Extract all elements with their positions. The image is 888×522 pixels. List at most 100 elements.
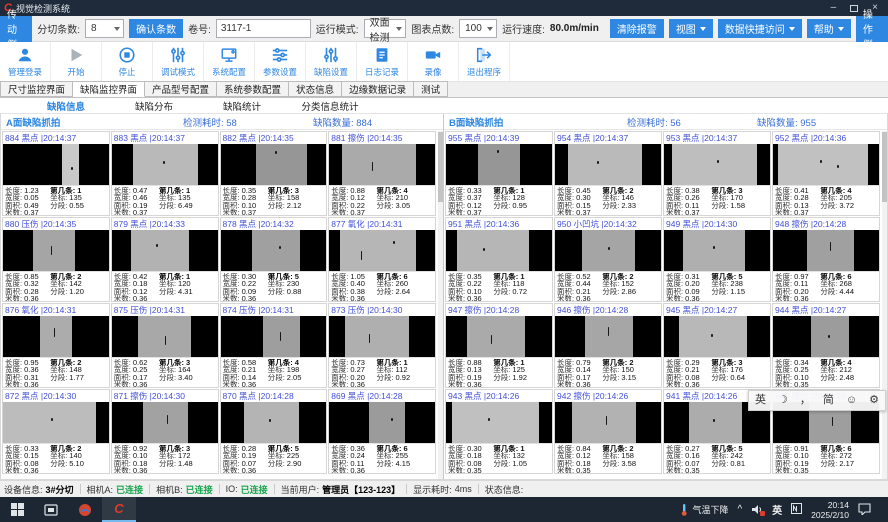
defect-info: 长度:0.73宽度:0.27面积:0.20米数:0.36 第几条:1坐标:112… <box>329 357 435 387</box>
drive-side-button[interactable]: 传动侧 <box>0 16 32 42</box>
defect-card[interactable]: 877 氧化 |20:14:31 长度:1.05宽度:0.40面积:0.38米数… <box>328 217 436 302</box>
action-button[interactable]: 管理登录 <box>0 42 51 81</box>
defect-card[interactable]: 883 黑点 |20:14:37 长度:0.47宽度:0.46面积:0.19米数… <box>111 131 219 216</box>
material-strip <box>252 230 300 271</box>
operator-side-button[interactable]: 操作侧 <box>856 16 888 42</box>
defect-card[interactable]: 950 小凹坑 |20:14:32 长度:0.52宽度:0.44面积:0.21米… <box>554 217 662 302</box>
defect-mark <box>497 150 499 153</box>
defect-card[interactable]: 874 压伤 |20:14:31 长度:0.58宽度:0.21面积:0.14米数… <box>220 303 328 388</box>
ime-mode-button[interactable] <box>791 503 802 516</box>
status-label: 相机B: <box>156 483 183 496</box>
defect-card[interactable]: 944 黑点 |20:14:27 长度:0.34宽度:0.25面积:0.10米数… <box>772 303 880 388</box>
action-button[interactable]: 录像 <box>408 42 459 81</box>
ime-settings-icon[interactable]: ⚙ <box>863 391 885 410</box>
main-tab[interactable]: 缺陷监控界面 <box>73 81 145 97</box>
defect-card[interactable]: 881 擦伤 |20:14:35 长度:0.88宽度:0.12面积:0.22米数… <box>328 131 436 216</box>
defect-card[interactable]: 947 擦伤 |20:14:28 长度:0.88宽度:0.13面积:0.19米数… <box>445 303 553 388</box>
weather-tray-button[interactable]: 气温下降 <box>680 503 728 516</box>
quick-access-menu-button[interactable]: 数据快捷访问 <box>718 19 802 38</box>
card-field: 米数:0.36 <box>331 381 376 387</box>
ime-punctuation-icon[interactable]: ， <box>794 391 817 410</box>
main-tab[interactable]: 状态信息 <box>289 81 342 97</box>
defect-card[interactable]: 953 黑点 |20:14:37 长度:0.38宽度:0.26面积:0.11米数… <box>663 131 771 216</box>
defect-card[interactable]: 873 压伤 |20:14:30 长度:0.73宽度:0.27面积:0.20米数… <box>328 303 436 388</box>
defect-card[interactable]: 952 黑点 |20:14:36 长度:0.41宽度:0.28面积:0.13米数… <box>772 131 880 216</box>
sub-tab[interactable]: 缺陷信息 <box>22 99 110 113</box>
roll-number-input[interactable]: 3117-1 <box>216 19 311 38</box>
defect-card[interactable]: 875 压伤 |20:14:31 长度:0.62宽度:0.25面积:0.17米数… <box>111 303 219 388</box>
card-field: 米数:0.37 <box>775 209 820 215</box>
action-button[interactable]: 缺陷设置 <box>306 42 357 81</box>
defect-info: 长度:0.97宽度:0.11面积:0.20米数:0.36 第几条:6坐标:268… <box>773 271 879 301</box>
material-strip <box>256 144 307 185</box>
confirm-count-button[interactable]: 确认条数 <box>129 19 183 38</box>
sub-tab[interactable]: 缺陷分布 <box>110 99 198 113</box>
action-button[interactable]: 参数设置 <box>255 42 306 81</box>
clear-alarm-button[interactable]: 清除报警 <box>610 19 664 38</box>
defect-card[interactable]: 876 氧化 |20:14:31 长度:0.95宽度:0.36面积:0.31米数… <box>2 303 110 388</box>
task-view-button[interactable] <box>34 497 68 522</box>
ime-language-button[interactable]: 英 <box>772 502 782 517</box>
action-button[interactable]: 调试模式 <box>153 42 204 81</box>
card-field: 长度:0.62 <box>114 359 159 366</box>
panel-scrollbar[interactable] <box>438 131 443 479</box>
ime-emoji-icon[interactable]: ☺ <box>840 391 863 410</box>
scrollbar-thumb[interactable] <box>438 132 443 202</box>
notification-center-button[interactable] <box>858 503 871 517</box>
main-tab[interactable]: 产品型号配置 <box>145 81 217 97</box>
panel-scrollbar[interactable] <box>882 131 887 479</box>
defect-card[interactable]: 882 黑点 |20:14:35 长度:0.35宽度:0.28面积:0.10米数… <box>220 131 328 216</box>
defect-card[interactable]: 880 压伤 |20:14:35 长度:0.85宽度:0.32面积:0.28米数… <box>2 217 110 302</box>
params-sliders-icon <box>271 46 289 64</box>
defect-card[interactable]: 879 黑点 |20:14:33 长度:0.42宽度:0.18面积:0.12米数… <box>111 217 219 302</box>
material-strip <box>244 402 299 443</box>
minimize-button[interactable]: – <box>831 3 837 13</box>
clock-date: 2025/2/10 <box>811 510 849 520</box>
tray-expand-button[interactable]: ^ <box>737 504 742 515</box>
card-field: 坐标:268 <box>820 280 878 287</box>
maximize-button[interactable] <box>850 5 858 12</box>
taskbar-app-detection-system[interactable]: C <box>102 497 136 522</box>
defect-card[interactable]: 869 黑点 |20:14:28 长度:0.36宽度:0.24面积:0.11米数… <box>328 389 436 474</box>
taskbar-clock[interactable]: 20:14 2025/2/10 <box>811 500 849 520</box>
action-button[interactable]: 退出程序 <box>459 42 510 81</box>
scrollbar-thumb[interactable] <box>882 132 887 202</box>
defect-card[interactable]: 872 黑点 |20:14:30 长度:0.33宽度:0.15面积:0.08米数… <box>2 389 110 474</box>
run-mode-select[interactable]: 双面检测 <box>364 19 407 38</box>
defect-card[interactable]: 942 擦伤 |20:14:26 长度:0.84宽度:0.12面积:0.18米数… <box>554 389 662 474</box>
defect-card[interactable]: 878 黑点 |20:14:32 长度:0.30宽度:0.22面积:0.09米数… <box>220 217 328 302</box>
defect-card[interactable]: 945 黑点 |20:14:27 长度:0.29宽度:0.21面积:0.08米数… <box>663 303 771 388</box>
defect-card[interactable]: 948 擦伤 |20:14:28 长度:0.97宽度:0.11面积:0.20米数… <box>772 217 880 302</box>
main-tab[interactable]: 系统参数配置 <box>217 81 289 97</box>
windows-start-button[interactable] <box>0 497 34 522</box>
defect-card[interactable]: 870 黑点 |20:14:28 长度:0.28宽度:0.19面积:0.07米数… <box>220 389 328 474</box>
chart-points-select[interactable]: 100 <box>459 19 497 38</box>
main-tab[interactable]: 尺寸监控界面 <box>0 81 73 97</box>
defect-card[interactable]: 943 黑点 |20:14:26 长度:0.30宽度:0.18面积:0.08米数… <box>445 389 553 474</box>
defect-card[interactable]: 949 黑点 |20:14:30 长度:0.31宽度:0.20面积:0.09米数… <box>663 217 771 302</box>
main-tab[interactable]: 测试 <box>414 81 448 97</box>
defect-card[interactable]: 954 黑点 |20:14:37 长度:0.45宽度:0.30面积:0.15米数… <box>554 131 662 216</box>
action-button[interactable]: 停止 <box>102 42 153 81</box>
view-menu-button[interactable]: 视图 <box>669 19 713 38</box>
defect-card[interactable]: 871 擦伤 |20:14:30 长度:0.92宽度:0.10面积:0.18米数… <box>111 389 219 474</box>
sub-tab[interactable]: 缺陷统计 <box>198 99 286 113</box>
ime-fullwidth-icon[interactable]: ☽ <box>772 391 794 410</box>
ime-simplified[interactable]: 简 <box>817 391 840 410</box>
sub-tab[interactable]: 分类信息统计 <box>286 99 374 113</box>
action-button[interactable]: 日志记录 <box>357 42 408 81</box>
taskbar-app-weather[interactable] <box>68 497 102 522</box>
card-field: 第几条:1 <box>159 187 217 194</box>
action-button[interactable]: 开始 <box>51 42 102 81</box>
card-field: 面积:0.19 <box>775 460 820 467</box>
action-button[interactable]: 系统配置 <box>204 42 255 81</box>
defect-card[interactable]: 951 黑点 |20:14:36 长度:0.35宽度:0.22面积:0.10米数… <box>445 217 553 302</box>
defect-card[interactable]: 946 擦伤 |20:14:28 长度:0.79宽度:0.14面积:0.17米数… <box>554 303 662 388</box>
slit-count-select[interactable]: 8 <box>85 19 124 38</box>
defect-card[interactable]: 955 黑点 |20:14:39 长度:0.33宽度:0.37面积:0.12米数… <box>445 131 553 216</box>
main-tab[interactable]: 边缘数据记录 <box>342 81 414 97</box>
volume-button[interactable] <box>751 504 763 515</box>
ime-lang[interactable]: 英 <box>749 391 772 410</box>
defect-card[interactable]: 884 黑点 |20:14:37 长度:1.23宽度:0.05面积:0.49米数… <box>2 131 110 216</box>
help-menu-button[interactable]: 帮助 <box>807 19 851 38</box>
